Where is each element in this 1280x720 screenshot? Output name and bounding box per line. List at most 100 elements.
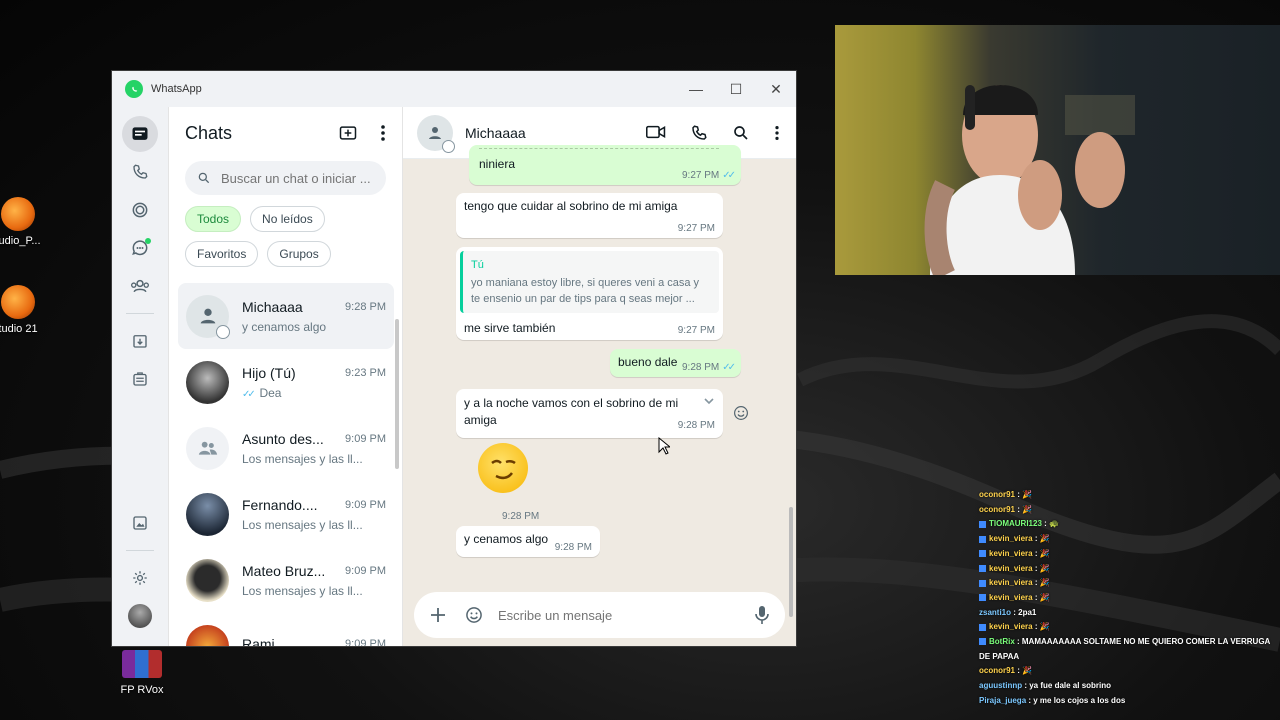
stream-chat-message: ya fue dale al sobrino	[1029, 681, 1112, 691]
react-emoji-icon[interactable]	[732, 404, 750, 422]
fl-studio-icon	[1, 197, 35, 231]
chat-name: Mateo Bruz...	[242, 562, 326, 579]
chat-row[interactable]: Mateo Bruz... 9:09 PM Los mensajes y las …	[178, 547, 394, 613]
communities-icon[interactable]	[122, 268, 158, 304]
chat-last-message: Los mensajes y las ll...	[242, 583, 363, 598]
calls-icon[interactable]	[122, 154, 158, 190]
conversation-scrollbar[interactable]	[789, 507, 793, 617]
stream-chat-message: MAMAAAAAAA SOLTAME NO ME QUIERO COMER LA…	[979, 637, 1271, 661]
title-bar: WhatsApp — ☐ ✕	[112, 71, 796, 107]
message-area: niniera 9:27 PM ✓✓ tengo que cuidar al so…	[403, 145, 796, 577]
stream-chat-message: 🎉	[1039, 592, 1050, 602]
badge-icon	[979, 594, 986, 602]
maximize-button[interactable]: ☐	[716, 81, 756, 98]
stream-chat-user: zsanti1o	[979, 607, 1012, 617]
stream-chat-line: zsanti1o : 2pa1	[979, 607, 1037, 617]
settings-icon[interactable]	[122, 560, 158, 596]
briefcase-icon[interactable]	[122, 361, 158, 397]
search-icon[interactable]	[732, 124, 750, 142]
stream-chat: oconor91 : 🎉 oconor91 : 🎉 TIOMAURI123 : 🐢 k…	[979, 488, 1279, 709]
stream-chat-line: kevin_viera : 🎉	[979, 562, 1279, 577]
search-box[interactable]	[185, 161, 386, 195]
microphone-icon[interactable]	[755, 605, 769, 625]
message-bubble-in[interactable]: Tú yo maniana estoy libre, si queres ven…	[456, 247, 723, 340]
stream-chat-line: oconor91 : 🎉	[979, 666, 1033, 676]
stream-chat-user: kevin_viera	[989, 592, 1033, 602]
group-avatar	[186, 426, 229, 470]
message-text: niniera	[479, 157, 516, 171]
desktop-icon-fp-rvox[interactable]: FP RVox	[102, 650, 182, 696]
voice-call-icon[interactable]	[690, 124, 708, 142]
stream-chat-message: y me los cojos a los dos	[1033, 695, 1126, 705]
message-text: y a la noche vamos con el sobrino de mi …	[464, 396, 679, 427]
quoted-message[interactable]: Tú yo maniana estoy libre, si queres ven…	[460, 251, 719, 313]
desktop-icon-label: tudio 21	[0, 323, 38, 335]
video-call-icon[interactable]	[646, 124, 666, 142]
chat-list-scrollbar[interactable]	[395, 319, 399, 469]
message-time: 9:28 PM	[502, 511, 540, 522]
chat-row[interactable]: Fernando.... 9:09 PM Los mensajes y las l…	[178, 481, 394, 547]
archive-icon[interactable]	[122, 323, 158, 359]
status-icon[interactable]	[122, 192, 158, 228]
stream-chat-message: 🎉	[1039, 534, 1050, 544]
contact-avatar	[186, 624, 229, 646]
stream-chat-message: 🎉	[1022, 504, 1033, 514]
badge-icon	[979, 550, 986, 558]
filter-grupos[interactable]: Grupos	[267, 241, 331, 267]
filter-favoritos[interactable]: Favoritos	[185, 241, 259, 267]
stream-chat-line: Piraja_juega : y me los cojos a los dos	[979, 695, 1126, 705]
stream-chat-user: oconor91	[979, 490, 1016, 499]
chat-time: 9:09 PM	[345, 432, 386, 445]
message-bubble-in[interactable]: y a la noche vamos con el sobrino de mi …	[456, 389, 723, 438]
profile-avatar[interactable]	[122, 598, 158, 634]
sticker-emoji-icon[interactable]	[464, 605, 484, 625]
chevron-down-icon[interactable]	[703, 395, 715, 407]
new-chat-icon[interactable]	[338, 123, 358, 143]
chat-row[interactable]: Hijo (Tú) 9:23 PM ✓✓ Dea	[178, 349, 394, 415]
media-icon[interactable]	[122, 505, 158, 541]
chat-time: 9:09 PM	[345, 564, 386, 577]
filter-todos[interactable]: Todos	[185, 206, 242, 232]
chat-row[interactable]: Rami 9:09 PM	[178, 613, 394, 646]
close-button[interactable]: ✕	[756, 81, 796, 98]
stream-chat-message: 🎉	[1022, 490, 1033, 499]
default-avatar	[186, 294, 230, 339]
message-bubble-in[interactable]: tengo que cuidar al sobrino de mi amiga …	[456, 193, 723, 238]
attach-plus-icon[interactable]	[430, 607, 446, 623]
filter-no-leidos[interactable]: No leídos	[250, 206, 325, 232]
channels-icon[interactable]	[122, 230, 158, 266]
desktop-icon-studio-p[interactable]: tudio_P...	[0, 197, 58, 247]
stream-chat-user: oconor91	[979, 504, 1016, 514]
quote-author: Tú	[471, 259, 484, 271]
desktop-icon-studio-21[interactable]: tudio 21	[0, 285, 58, 335]
chat-last-message: Los mensajes y las ll...	[242, 451, 363, 466]
smirk-emoji[interactable]	[478, 443, 528, 493]
quote-text: yo maniana estoy libre, si queres veni a…	[471, 277, 700, 305]
message-text: bueno dale	[618, 355, 678, 369]
menu-dots-icon[interactable]	[774, 124, 780, 142]
chat-last-message: y cenamos algo	[242, 319, 327, 334]
message-bubble-out[interactable]: bueno dale 9:28 PM ✓✓	[610, 349, 741, 377]
chat-row[interactable]: Asunto des... 9:09 PM Los mensajes y las …	[178, 415, 394, 481]
stream-chat-user: Piraja_juega	[979, 695, 1027, 705]
rail-divider	[126, 313, 154, 314]
chat-name: Michaaaa	[242, 298, 303, 315]
message-time: 9:27 PM	[677, 325, 715, 336]
message-bubble-out[interactable]: niniera 9:27 PM ✓✓	[469, 145, 741, 185]
chat-time: 9:23 PM	[345, 366, 386, 379]
menu-dots-icon[interactable]	[380, 123, 386, 143]
chat-time: 9:28 PM	[345, 300, 386, 313]
read-ticks-icon: ✓✓	[722, 362, 736, 373]
message-bubble-in[interactable]: y cenamos algo 9:28 PM	[456, 526, 600, 557]
badge-icon	[979, 638, 986, 646]
chat-row[interactable]: Michaaaa 9:28 PM y cenamos algo	[178, 283, 394, 349]
stream-chat-line: kevin_viera : 🎉	[979, 591, 1279, 606]
search-input[interactable]	[221, 170, 371, 186]
message-input[interactable]	[498, 607, 755, 623]
unread-dot	[145, 238, 151, 244]
chat-rows: Michaaaa 9:28 PM y cenamos algo Hijo (Tú)…	[169, 283, 402, 646]
whatsapp-window: WhatsApp — ☐ ✕ Chats Buscar un chat o in…	[111, 70, 797, 647]
mouse-cursor-icon	[658, 437, 670, 455]
minimize-button[interactable]: —	[676, 81, 716, 98]
chats-icon[interactable]	[122, 116, 158, 152]
